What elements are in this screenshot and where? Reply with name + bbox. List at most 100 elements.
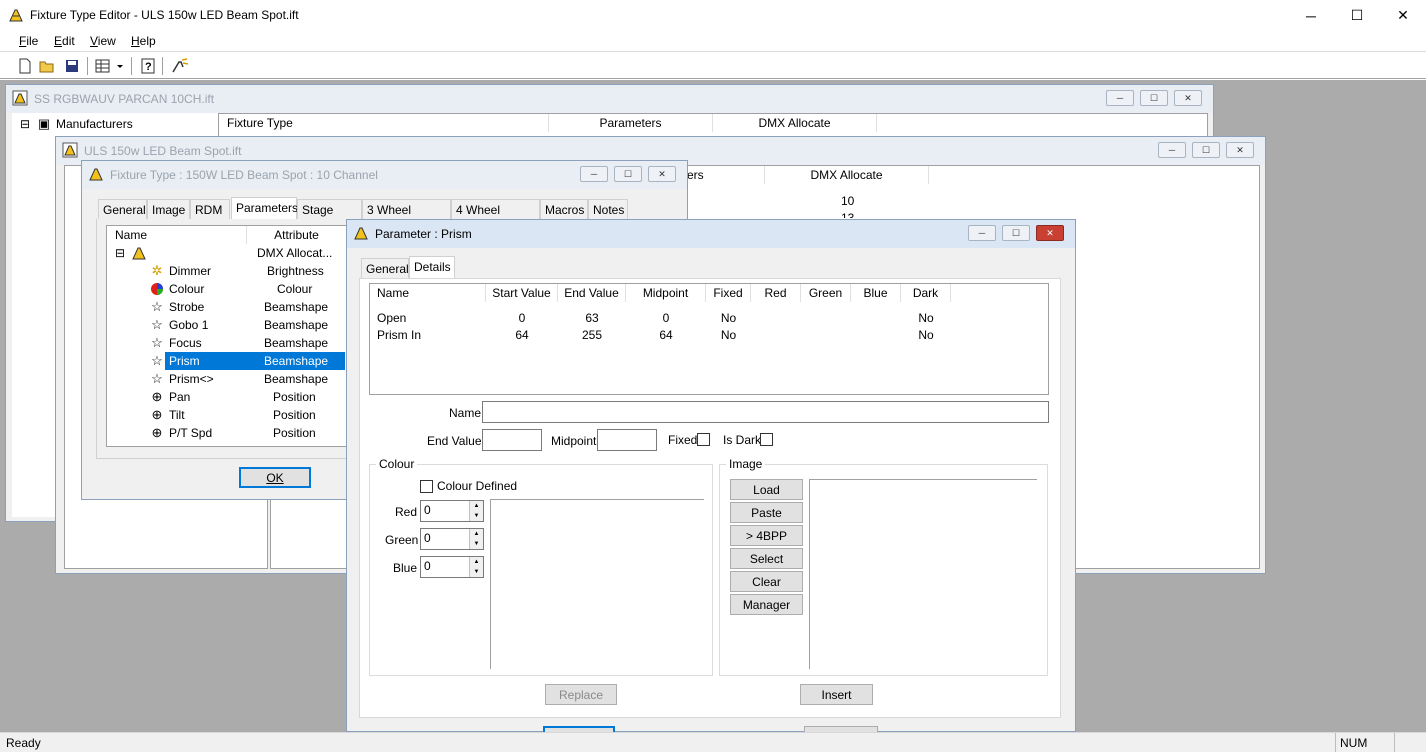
- tab-stage-data[interactable]: Stage Data: [297, 199, 362, 231]
- star-icon: ☆: [151, 335, 163, 350]
- open-button[interactable]: [37, 56, 57, 76]
- window-caption[interactable]: Fixture Type : 150W LED Beam Spot : 10 C…: [82, 161, 687, 189]
- convert-4bpp-button[interactable]: > 4BPP: [730, 525, 803, 546]
- param-row-prism-rotate[interactable]: ☆ Prism<> Beamshape: [107, 370, 357, 388]
- end-value-input[interactable]: [482, 429, 542, 451]
- save-button[interactable]: [62, 56, 82, 76]
- clear-button[interactable]: Clear: [730, 571, 803, 592]
- tab-rdm[interactable]: RDM: [190, 199, 230, 219]
- red-label: Red: [395, 505, 418, 519]
- column-header[interactable]: Fixed: [706, 284, 751, 302]
- app-title-bar[interactable]: Fixture Type Editor - ULS 150w LED Beam …: [0, 0, 1426, 31]
- column-header[interactable]: Fixture Type: [219, 114, 549, 132]
- colour-defined-label: Colour Defined: [437, 479, 518, 493]
- tab-3-wheel-groups[interactable]: 3 Wheel Groups: [362, 199, 451, 231]
- restore-button[interactable]: ☐: [1002, 225, 1030, 241]
- restore-button[interactable]: ☐: [614, 166, 642, 182]
- column-header[interactable]: Midpoint: [626, 284, 706, 302]
- param-attribute: Beamshape: [264, 354, 329, 368]
- param-row-gobo-1[interactable]: ☆ Gobo 1 Beamshape: [107, 316, 357, 334]
- column-header[interactable]: Blue: [851, 284, 901, 302]
- param-row-pt-spd[interactable]: ⊕ P/T Spd Position: [107, 424, 357, 442]
- restore-button[interactable]: ☐: [1192, 142, 1220, 158]
- column-header[interactable]: Attribute: [247, 226, 347, 244]
- manager-button[interactable]: Manager: [730, 594, 803, 615]
- load-button[interactable]: Load: [730, 479, 803, 500]
- crosshair-icon: ⊕: [151, 407, 163, 422]
- close-button[interactable]: ✕: [1174, 90, 1202, 106]
- close-button[interactable]: ✕: [1380, 0, 1426, 31]
- param-row-pan[interactable]: ⊕ Pan Position: [107, 388, 357, 406]
- tree-root-label[interactable]: Manufacturers: [56, 117, 133, 131]
- column-header[interactable]: Start Value: [486, 284, 558, 302]
- param-row-dimmer[interactable]: ✲ Dimmer Brightness: [107, 262, 357, 280]
- column-header[interactable]: DMX Allocate: [713, 114, 877, 132]
- column-header[interactable]: Parameters: [549, 114, 713, 132]
- tree-collapse-icon[interactable]: ⊟: [115, 246, 125, 260]
- param-row-focus[interactable]: ☆ Focus Beamshape: [107, 334, 357, 352]
- tab-general[interactable]: General: [98, 199, 147, 219]
- column-header[interactable]: End Value: [558, 284, 626, 302]
- param-row-strobe[interactable]: ☆ Strobe Beamshape: [107, 298, 357, 316]
- column-header[interactable]: DMX Allocate: [765, 166, 929, 184]
- help-button[interactable]: ?: [138, 56, 158, 76]
- close-icon: ✕: [1397, 7, 1409, 23]
- save-icon: [66, 60, 78, 72]
- red-spinner[interactable]: 0 ▲ ▼: [420, 500, 484, 522]
- is-dark-checkbox[interactable]: [760, 433, 773, 446]
- tab-details[interactable]: Details: [409, 256, 455, 278]
- replace-button[interactable]: Replace: [545, 684, 617, 705]
- column-header[interactable]: Red: [751, 284, 801, 302]
- view-dropdown-button[interactable]: [93, 56, 127, 76]
- select-button[interactable]: Select: [730, 548, 803, 569]
- param-row-prism[interactable]: ☆ Prism Beamshape: [107, 352, 357, 370]
- column-header[interactable]: Name: [107, 226, 247, 244]
- close-button[interactable]: ✕: [1226, 142, 1254, 158]
- tab-4-wheel-groups[interactable]: 4 Wheel Groups: [451, 199, 540, 231]
- menu-help[interactable]: Help: [131, 34, 156, 48]
- midpoint-input[interactable]: [597, 429, 657, 451]
- insert-button[interactable]: Insert: [800, 684, 873, 705]
- blue-spinner[interactable]: 0 ▲ ▼: [420, 556, 484, 578]
- minimize-button[interactable]: ─: [580, 166, 608, 182]
- column-header[interactable]: Dark: [901, 284, 951, 302]
- details-table[interactable]: Name Start Value End Value Midpoint Fixe…: [369, 283, 1049, 395]
- ok-button[interactable]: OK: [239, 467, 311, 488]
- spin-arrows-icon[interactable]: ▲ ▼: [469, 529, 483, 549]
- menu-edit[interactable]: Edit: [54, 34, 75, 48]
- name-input[interactable]: [482, 401, 1049, 423]
- tree-collapse-icon[interactable]: ⊟: [20, 117, 30, 131]
- colour-defined-checkbox[interactable]: [420, 480, 433, 493]
- column-header[interactable]: Green: [801, 284, 851, 302]
- minimize-button[interactable]: ─: [1158, 142, 1186, 158]
- fixture-tool-button[interactable]: [170, 56, 190, 76]
- fixture-icon: [88, 166, 104, 182]
- param-row-colour[interactable]: Colour Colour: [107, 280, 357, 298]
- restore-button[interactable]: ☐: [1140, 90, 1168, 106]
- spin-arrows-icon[interactable]: ▲ ▼: [469, 557, 483, 577]
- tab-general[interactable]: General: [361, 258, 409, 278]
- column-header[interactable]: Name: [370, 284, 486, 302]
- close-button[interactable]: ✕: [1036, 225, 1064, 241]
- window-caption[interactable]: Parameter : Prism ─ ☐ ✕: [347, 220, 1075, 248]
- param-row-tilt[interactable]: ⊕ Tilt Position: [107, 406, 357, 424]
- parameter-window[interactable]: Parameter : Prism ─ ☐ ✕ General Details …: [346, 219, 1076, 732]
- minimize-button[interactable]: ─: [1106, 90, 1134, 106]
- tab-notes[interactable]: Notes: [588, 199, 628, 219]
- fixed-checkbox[interactable]: [697, 433, 710, 446]
- menu-file[interactable]: File: [19, 34, 38, 48]
- tab-macros[interactable]: Macros: [540, 199, 588, 219]
- cell-start: 64: [515, 328, 529, 342]
- close-button[interactable]: ✕: [648, 166, 676, 182]
- minimize-button[interactable]: ─: [1288, 0, 1334, 31]
- spin-arrows-icon[interactable]: ▲ ▼: [469, 501, 483, 521]
- new-file-button[interactable]: [15, 56, 35, 76]
- maximize-button[interactable]: ☐: [1334, 0, 1380, 31]
- minimize-button[interactable]: ─: [968, 225, 996, 241]
- tab-image[interactable]: Image: [147, 199, 190, 219]
- tab-parameters[interactable]: Parameters: [231, 197, 298, 219]
- green-spinner[interactable]: 0 ▲ ▼: [420, 528, 484, 550]
- window-caption[interactable]: SS RGBWAUV PARCAN 10CH.ift ─ ☐ ✕: [6, 85, 1213, 113]
- menu-view[interactable]: View: [90, 34, 116, 48]
- paste-button[interactable]: Paste: [730, 502, 803, 523]
